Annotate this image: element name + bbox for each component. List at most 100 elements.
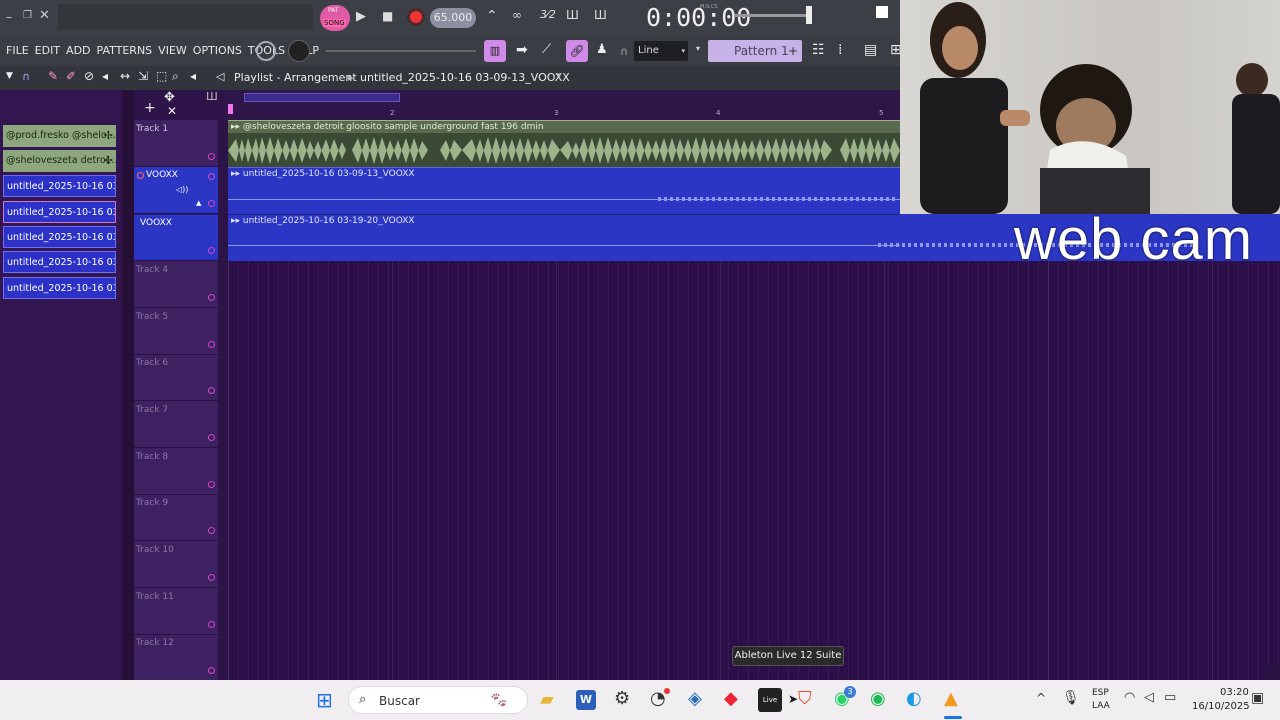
track-enable-icon[interactable] xyxy=(208,574,215,581)
master-pitch-knob[interactable] xyxy=(256,41,276,61)
piano-roll-icon[interactable]: ▤ xyxy=(864,42,877,58)
microphone-icon[interactable]: 🎙︎ xyxy=(1062,690,1080,706)
track-enable-icon[interactable] xyxy=(208,527,215,534)
link-icon[interactable]: 🔗︎ xyxy=(566,40,588,62)
chevron-up-icon[interactable]: ^ xyxy=(1036,691,1046,705)
move-icon[interactable]: ✥ xyxy=(164,90,175,105)
mixer-icon[interactable]: ☷ xyxy=(812,42,825,58)
clock-date[interactable]: 16/10/2025 xyxy=(1192,701,1250,712)
play-icon[interactable]: ▶ xyxy=(356,9,366,24)
track-header[interactable]: Track 1 xyxy=(134,120,218,167)
pitch-bend-icon[interactable]: ⟋ xyxy=(542,42,551,57)
plus-icon[interactable]: + xyxy=(788,40,798,62)
settings-icon[interactable]: ⚙ xyxy=(614,688,630,709)
arrow-tool-icon[interactable]: ➡ xyxy=(516,42,528,58)
metronome-icon[interactable]: ⌃ xyxy=(486,8,498,24)
word-icon[interactable]: W xyxy=(576,690,596,710)
song-mode-toggle[interactable]: PAT SONG xyxy=(320,5,350,31)
clock-time[interactable]: 03:20 xyxy=(1220,687,1249,698)
language-indicator[interactable]: ESP xyxy=(1092,688,1109,698)
select-icon[interactable]: ⬚ xyxy=(156,69,167,83)
track-header[interactable]: Track 5 xyxy=(134,308,218,355)
grid-scroll-corner[interactable] xyxy=(1266,664,1280,680)
track-header[interactable]: Track 8 xyxy=(134,448,218,495)
arrangement-name[interactable]: untitled_2025-10-16 03-09-13_VOOXX xyxy=(360,71,570,84)
browser-item[interactable]: untitled_2025-10-16 03-... xyxy=(3,175,116,197)
playback-icon[interactable]: ◂ xyxy=(190,69,196,83)
chevron-up-icon[interactable]: ▲ xyxy=(196,199,201,207)
song-position-slider[interactable] xyxy=(326,50,476,52)
mute-icon[interactable]: ◂ xyxy=(102,69,108,83)
master-volume-slider[interactable] xyxy=(734,14,808,17)
search-box[interactable]: ⌕ Buscar 🐾︎ xyxy=(348,686,528,714)
audio-clip[interactable]: ▸▸ untitled_2025-10-16 03-09-13_VOOXX xyxy=(228,167,900,214)
record-arm-icon[interactable] xyxy=(137,172,144,179)
pencil-icon[interactable]: ✎ xyxy=(48,69,58,83)
audio-clip[interactable]: ▸▸ untitled_2025-10-16 03-19-20_VOOXX xyxy=(228,214,900,261)
volume-handle[interactable] xyxy=(806,6,812,24)
browser-item[interactable]: untitled_2025-10-16 03-... xyxy=(3,277,116,299)
record-button[interactable] xyxy=(410,11,422,23)
browser-scrollbar[interactable] xyxy=(122,90,134,680)
track-enable-icon[interactable] xyxy=(208,434,215,441)
browser-item[interactable]: @sheloveszeta detroi... ✢ xyxy=(3,150,116,172)
track-header[interactable]: Track 11 xyxy=(134,588,218,635)
browser-item[interactable]: untitled_2025-10-16 03-... xyxy=(3,226,116,248)
edge-icon[interactable]: ◐ xyxy=(906,688,922,709)
track-enable-icon[interactable] xyxy=(208,481,215,488)
add-track-icon[interactable]: + xyxy=(144,100,156,116)
menu-patterns[interactable]: PATTERNS xyxy=(97,44,153,57)
track-enable-icon-2[interactable] xyxy=(208,200,215,207)
menu-add[interactable]: ADD xyxy=(66,44,90,57)
track-header[interactable]: VOOXX xyxy=(134,214,218,261)
volume-icon[interactable]: ◁ xyxy=(1144,690,1154,705)
step-edit-icon[interactable]: Ш xyxy=(566,8,579,22)
pattern-menu-icon[interactable]: ▾ xyxy=(696,44,700,53)
track-header[interactable]: Track 12 xyxy=(134,634,218,681)
magnet-tool-icon[interactable]: ∩ xyxy=(22,70,30,83)
master-volume-knob[interactable] xyxy=(288,40,310,62)
close-x-icon[interactable]: ✕ xyxy=(167,104,177,118)
grid-icon[interactable]: Ш xyxy=(206,90,218,103)
overview-window[interactable] xyxy=(244,93,400,102)
snap-select[interactable]: Line ▾ xyxy=(634,41,688,61)
speaker-icon[interactable]: ◁)) xyxy=(176,185,188,194)
track-enable-icon[interactable] xyxy=(208,667,215,674)
close-icon[interactable]: ✕ xyxy=(39,8,50,23)
notifications-icon[interactable]: ▣ xyxy=(1251,690,1264,706)
countdown-icon[interactable]: 3⁄2 xyxy=(540,8,556,21)
track-header[interactable]: Track 6 xyxy=(134,354,218,401)
delete-icon[interactable]: ⊘ xyxy=(84,69,94,83)
track-header[interactable]: VOOXX ◁)) ▲ xyxy=(134,167,218,214)
blend-icon[interactable]: Ш xyxy=(594,8,607,22)
sample-clip[interactable]: ▸▸ @sheloveszeta detroit gloosito sample… xyxy=(228,120,900,167)
minimize-icon[interactable]: – xyxy=(6,10,12,24)
git-icon[interactable]: ◆ xyxy=(724,688,738,709)
browser-item[interactable]: @prod.fresko @shelo... ✢ xyxy=(3,125,116,147)
track-enable-icon[interactable] xyxy=(208,341,215,348)
track-header[interactable]: Track 10 xyxy=(134,541,218,588)
track-enable-icon[interactable] xyxy=(208,153,215,160)
track-enable-icon[interactable] xyxy=(208,294,215,301)
fl-studio-icon[interactable]: ▲ xyxy=(944,688,958,709)
menu-file[interactable]: FILE xyxy=(6,44,29,57)
track-enable-icon[interactable] xyxy=(208,387,215,394)
spotify-icon[interactable]: ◉ xyxy=(870,688,886,709)
keyboard-layout[interactable]: LAA xyxy=(1092,701,1110,711)
channel-rack-icon[interactable]: ⁞ xyxy=(838,42,842,58)
browser-item[interactable]: untitled_2025-10-16 03-... xyxy=(3,201,116,223)
windows-start-icon[interactable]: ⊞ xyxy=(316,688,333,712)
tempo-display[interactable]: 65.000 xyxy=(430,8,476,28)
restore-icon[interactable]: ❐ xyxy=(23,10,32,21)
magnet-icon[interactable]: ∩ xyxy=(620,45,628,58)
pattern-selector[interactable]: Pattern 1 + xyxy=(708,40,802,62)
menu-view[interactable]: VIEW xyxy=(158,44,187,57)
ableton-icon[interactable]: Live xyxy=(758,688,782,712)
menu-options[interactable]: OPTIONS xyxy=(193,44,242,57)
track-enable-icon[interactable] xyxy=(208,247,215,254)
arrangement-dropdown-icon[interactable]: ▾ xyxy=(557,71,562,81)
loop-record-icon[interactable]: ∞ xyxy=(512,8,522,22)
stamp-icon[interactable]: ♟ xyxy=(596,42,608,57)
track-enable-icon[interactable] xyxy=(208,173,215,180)
track-header[interactable]: Track 7 xyxy=(134,401,218,448)
